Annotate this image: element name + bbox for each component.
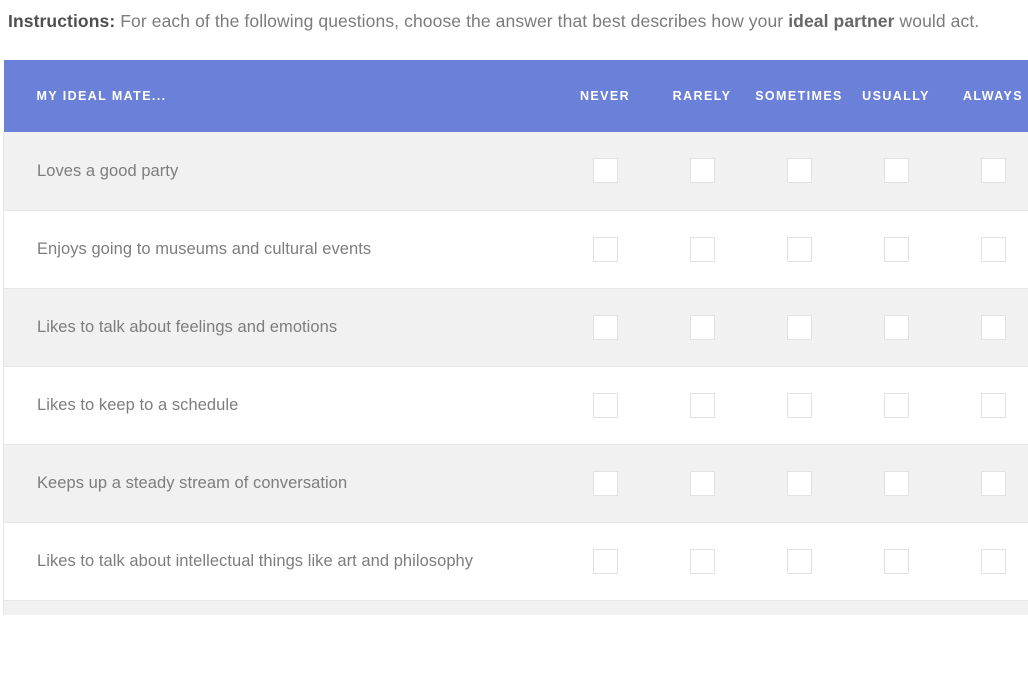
checkbox-never[interactable] (592, 158, 618, 184)
matrix-cell-partial (750, 600, 848, 615)
matrix-row: Likes to talk about feelings and emotion… (3, 288, 1028, 367)
matrix-column-header-usually: USUALLY (847, 60, 945, 132)
checkbox-always[interactable] (980, 236, 1006, 262)
matrix-column-header-never: NEVER (556, 60, 654, 132)
matrix-column-header-rarely: RARELY (653, 60, 751, 132)
checkbox-rarely[interactable] (689, 236, 715, 262)
checkbox-sometimes[interactable] (786, 548, 812, 574)
matrix-body: Loves a good party Enjoys going to museum… (3, 132, 1028, 615)
instructions-paragraph: Instructions: For each of the following … (0, 0, 1028, 35)
matrix-cell-rarely[interactable] (653, 366, 751, 445)
matrix-row-statement: Likes to talk about intellectual things … (3, 522, 557, 601)
matrix-cell-usually[interactable] (847, 210, 945, 289)
matrix-cell-always[interactable] (944, 210, 1028, 289)
matrix-cell-rarely[interactable] (653, 288, 751, 367)
matrix-cell-sometimes[interactable] (750, 288, 848, 367)
matrix-header-row: MY IDEAL MATE... NEVER RARELY SOMETIMES … (3, 60, 1028, 132)
matrix-header: MY IDEAL MATE... NEVER RARELY SOMETIMES … (3, 60, 1028, 132)
matrix-cell-partial (847, 600, 945, 615)
matrix-cell-always[interactable] (944, 444, 1028, 523)
matrix-row: Enjoys going to museums and cultural eve… (3, 210, 1028, 289)
checkbox-never[interactable] (592, 314, 618, 340)
matrix-row: Keeps up a steady stream of conversation (3, 444, 1028, 523)
matrix-cell-never[interactable] (556, 288, 654, 367)
checkbox-sometimes[interactable] (786, 314, 812, 340)
matrix-row-statement: Loves a good party (3, 132, 557, 211)
checkbox-sometimes[interactable] (786, 236, 812, 262)
matrix-cell-rarely[interactable] (653, 132, 751, 211)
checkbox-always[interactable] (980, 392, 1006, 418)
matrix-row: Likes to keep to a schedule (3, 366, 1028, 445)
matrix-row-header-label: MY IDEAL MATE... (3, 60, 557, 132)
ideal-mate-matrix-table: MY IDEAL MATE... NEVER RARELY SOMETIMES … (3, 60, 1028, 615)
matrix-row-statement: Likes to keep to a schedule (3, 366, 557, 445)
matrix-cell-never[interactable] (556, 522, 654, 601)
checkbox-never[interactable] (592, 392, 618, 418)
checkbox-usually[interactable] (883, 392, 909, 418)
matrix-cell-always[interactable] (944, 366, 1028, 445)
checkbox-usually[interactable] (883, 314, 909, 340)
matrix-cell-usually[interactable] (847, 288, 945, 367)
matrix-cell-rarely[interactable] (653, 210, 751, 289)
matrix-row-statement: Likes to talk about feelings and emotion… (3, 288, 557, 367)
matrix-cell-sometimes[interactable] (750, 132, 848, 211)
checkbox-never[interactable] (592, 470, 618, 496)
matrix-cell-usually[interactable] (847, 444, 945, 523)
checkbox-usually[interactable] (883, 158, 909, 184)
matrix-cell-sometimes[interactable] (750, 522, 848, 601)
instructions-text-before: For each of the following questions, cho… (115, 11, 789, 31)
matrix-cell-partial (653, 600, 751, 615)
checkbox-sometimes[interactable] (786, 158, 812, 184)
matrix-cell-partial (944, 600, 1028, 615)
instructions-label: Instructions: (8, 11, 116, 31)
checkbox-usually[interactable] (883, 236, 909, 262)
checkbox-always[interactable] (980, 470, 1006, 496)
matrix-row-statement: Enjoys going to museums and cultural eve… (3, 210, 557, 289)
matrix-cell-always[interactable] (944, 522, 1028, 601)
matrix-row-partial-statement (3, 600, 557, 615)
checkbox-never[interactable] (592, 236, 618, 262)
checkbox-never[interactable] (592, 548, 618, 574)
checkbox-sometimes[interactable] (786, 470, 812, 496)
checkbox-rarely[interactable] (689, 392, 715, 418)
matrix-cell-never[interactable] (556, 210, 654, 289)
instructions-text-after: would act. (894, 11, 980, 31)
checkbox-usually[interactable] (883, 548, 909, 574)
matrix-cell-always[interactable] (944, 288, 1028, 367)
matrix-column-header-sometimes: SOMETIMES (750, 60, 848, 132)
checkbox-rarely[interactable] (689, 470, 715, 496)
checkbox-always[interactable] (980, 158, 1006, 184)
matrix-cell-usually[interactable] (847, 366, 945, 445)
matrix-question-container: MY IDEAL MATE... NEVER RARELY SOMETIMES … (0, 60, 1028, 615)
matrix-cell-usually[interactable] (847, 522, 945, 601)
matrix-cell-partial (556, 600, 654, 615)
checkbox-rarely[interactable] (689, 158, 715, 184)
matrix-row-statement: Keeps up a steady stream of conversation (3, 444, 557, 523)
checkbox-rarely[interactable] (689, 548, 715, 574)
checkbox-usually[interactable] (883, 470, 909, 496)
matrix-cell-never[interactable] (556, 444, 654, 523)
matrix-cell-sometimes[interactable] (750, 366, 848, 445)
matrix-cell-usually[interactable] (847, 132, 945, 211)
checkbox-always[interactable] (980, 314, 1006, 340)
matrix-column-header-always: ALWAYS (944, 60, 1028, 132)
matrix-cell-sometimes[interactable] (750, 210, 848, 289)
matrix-row: Loves a good party (3, 132, 1028, 211)
matrix-cell-never[interactable] (556, 366, 654, 445)
checkbox-rarely[interactable] (689, 314, 715, 340)
matrix-cell-always[interactable] (944, 132, 1028, 211)
matrix-cell-sometimes[interactable] (750, 444, 848, 523)
matrix-row-partial (3, 600, 1028, 615)
instructions-emphasis: ideal partner (788, 11, 895, 31)
matrix-cell-rarely[interactable] (653, 522, 751, 601)
checkbox-always[interactable] (980, 548, 1006, 574)
matrix-cell-never[interactable] (556, 132, 654, 211)
matrix-row: Likes to talk about intellectual things … (3, 522, 1028, 601)
checkbox-sometimes[interactable] (786, 392, 812, 418)
matrix-cell-rarely[interactable] (653, 444, 751, 523)
